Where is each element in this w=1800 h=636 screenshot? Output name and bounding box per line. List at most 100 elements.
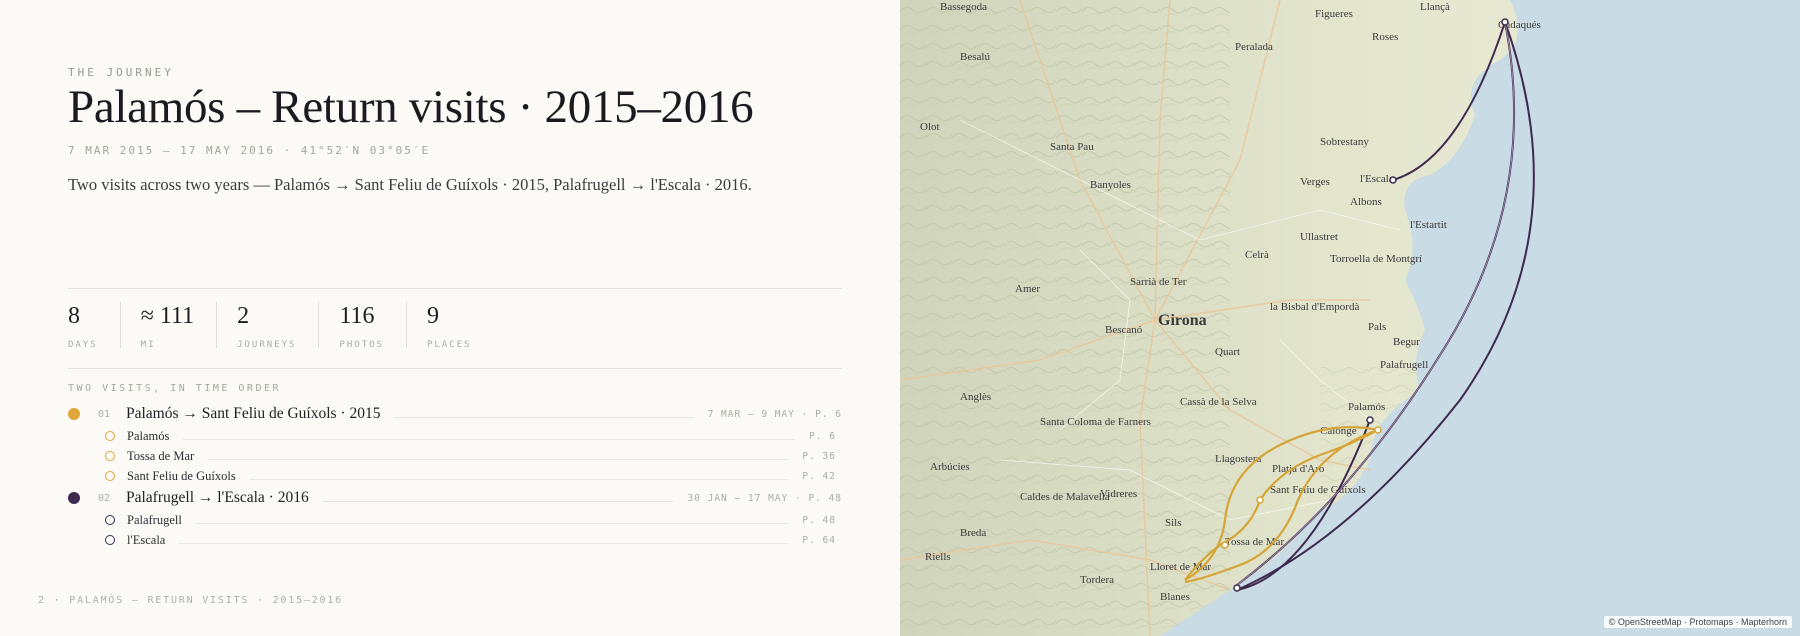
stop-name: Palamós bbox=[127, 428, 170, 443]
stop-page: P. 64 bbox=[802, 534, 836, 546]
map-canvas[interactable]: Girona Figueres Roses Olot Santa Pau Ban… bbox=[900, 0, 1800, 636]
stop-row[interactable]: Palafrugell P. 48 bbox=[105, 511, 836, 529]
place-label: Begur bbox=[1393, 336, 1420, 348]
place-label: Amer bbox=[1015, 283, 1040, 295]
marker-tossa bbox=[1221, 541, 1229, 549]
place-label: Albons bbox=[1350, 196, 1382, 208]
stop-ring-icon bbox=[105, 431, 115, 441]
journey-dates-page: 7 MAR – 9 MAY · P. 6 bbox=[707, 408, 842, 420]
page-title: Palamós – Return visits · 2015–2016 bbox=[68, 81, 754, 133]
place-label: Verges bbox=[1300, 176, 1330, 188]
stat-value: 8 bbox=[68, 303, 80, 329]
place-label: l'Estartit bbox=[1410, 219, 1447, 231]
stop-name: Palafrugell bbox=[127, 512, 182, 527]
dotted-leader bbox=[183, 438, 796, 440]
place-label: Besalú bbox=[960, 51, 990, 63]
stop-ring-icon bbox=[105, 535, 115, 545]
stop-row[interactable]: Tossa de Mar P. 36 bbox=[105, 447, 836, 465]
dotted-leader bbox=[195, 522, 789, 524]
marker-cadaques bbox=[1501, 18, 1509, 26]
stat-value: ≈ 111 bbox=[140, 303, 195, 329]
place-label: Torroella de Montgrí bbox=[1330, 253, 1422, 265]
journey-name: Palamós → Sant Feliu de Guíxols · 2015 bbox=[126, 405, 381, 422]
place-label: Olot bbox=[920, 121, 940, 133]
stop-row[interactable]: Sant Feliu de Guíxols P. 42 bbox=[105, 467, 836, 485]
place-label: Tordera bbox=[1080, 574, 1114, 586]
dotted-leader bbox=[179, 542, 789, 544]
stat-distance: ≈ 111 MI bbox=[140, 302, 218, 350]
place-label: Anglès bbox=[960, 391, 991, 403]
place-label: Bescanó bbox=[1105, 324, 1143, 336]
stop-row[interactable]: Palamós P. 6 bbox=[105, 427, 836, 445]
stop-ring-icon bbox=[105, 471, 115, 481]
stop-page: P. 42 bbox=[802, 470, 836, 482]
stat-value: 2 bbox=[237, 303, 250, 329]
place-label: Quart bbox=[1215, 346, 1240, 358]
stop-name: Tossa de Mar bbox=[127, 448, 195, 463]
stop-row[interactable]: l'Escala P. 64 bbox=[105, 531, 836, 549]
journey-dates-page: 30 JAN – 17 MAY · P. 48 bbox=[687, 492, 842, 504]
stop-ring-icon bbox=[105, 451, 115, 461]
stat-label: DAYS bbox=[68, 340, 98, 350]
page-subtitle: Two visits across two years — Palamós → … bbox=[68, 175, 752, 194]
place-label: Blanes bbox=[1160, 591, 1190, 603]
place-label: la Bisbal d'Empordà bbox=[1270, 301, 1359, 313]
city-label-girona: Girona bbox=[1158, 312, 1207, 329]
stop-page: P. 48 bbox=[802, 514, 836, 526]
marker-lescala bbox=[1389, 176, 1397, 184]
place-label: Celrà bbox=[1245, 249, 1269, 261]
journey-row[interactable]: 02 Palafrugell → l'Escala · 2016 30 JAN … bbox=[68, 487, 842, 509]
place-label: Sarrià de Ter bbox=[1130, 276, 1187, 288]
stop-page: P. 6 bbox=[809, 430, 836, 442]
journey-row[interactable]: 01 Palamós → Sant Feliu de Guíxols · 201… bbox=[68, 403, 842, 425]
place-label: Figueres bbox=[1315, 8, 1353, 20]
dotted-leader bbox=[249, 478, 789, 480]
date-coordinates: 7 MAR 2015 – 17 MAY 2016 · 41°52′N 03°05… bbox=[68, 144, 431, 157]
place-label: Bassegoda bbox=[940, 1, 987, 13]
marker-blanes bbox=[1233, 584, 1241, 592]
stop-name: l'Escala bbox=[127, 532, 166, 547]
divider bbox=[68, 288, 842, 289]
place-label: Cassà de la Selva bbox=[1180, 396, 1257, 408]
stat-label: JOURNEYS bbox=[237, 340, 297, 350]
journey-number: 02 bbox=[98, 492, 111, 504]
section-label: TWO VISITS, IN TIME ORDER bbox=[68, 383, 282, 394]
stop-name: Sant Feliu de Guíxols bbox=[127, 468, 236, 483]
place-label: Palafrugell bbox=[1380, 359, 1428, 371]
journey-panel: THE JOURNEY Palamós – Return visits · 20… bbox=[0, 0, 900, 636]
place-label: Peralada bbox=[1235, 41, 1273, 53]
place-label: Santa Coloma de Farners bbox=[1040, 416, 1151, 428]
eyebrow: THE JOURNEY bbox=[68, 66, 174, 79]
stat-photos: 116 PHOTOS bbox=[339, 302, 407, 350]
journey-number: 01 bbox=[98, 408, 111, 420]
place-label: Riells bbox=[925, 551, 951, 563]
journey-name: Palafrugell → l'Escala · 2016 bbox=[126, 489, 309, 506]
stat-value: 116 bbox=[339, 303, 375, 329]
place-label: Llançà bbox=[1420, 1, 1450, 13]
place-label: Sant Feliu de Guíxols bbox=[1270, 484, 1366, 496]
place-label: Arbúcies bbox=[930, 461, 970, 473]
stop-ring-icon bbox=[105, 515, 115, 525]
journey-color-dot bbox=[68, 492, 80, 504]
page-footer: 2 · PALAMÓS – RETURN VISITS · 2015–2016 bbox=[38, 595, 343, 606]
place-label: l'Escala bbox=[1360, 173, 1394, 185]
map-attribution[interactable]: © OpenStreetMap · Protomaps · Mapterhorn bbox=[1603, 616, 1792, 628]
place-label: Breda bbox=[960, 527, 986, 539]
stats-row: 8 DAYS ≈ 111 MI 2 JOURNEYS 116 PHOTOS 9 … bbox=[68, 302, 513, 352]
stat-label: PLACES bbox=[426, 340, 472, 350]
place-label: Caldes de Malavella bbox=[1020, 491, 1110, 503]
stat-label: MI bbox=[140, 340, 156, 350]
marker-sant-feliu bbox=[1256, 496, 1264, 504]
place-label: Palamós bbox=[1348, 401, 1385, 413]
place-label: Pals bbox=[1368, 321, 1386, 333]
place-label: Banyoles bbox=[1090, 179, 1131, 191]
place-label: Roses bbox=[1372, 31, 1398, 43]
stat-days: 8 DAYS bbox=[68, 302, 121, 350]
place-label: Sobrestany bbox=[1320, 136, 1369, 148]
route-map[interactable]: Girona Figueres Roses Olot Santa Pau Ban… bbox=[900, 0, 1800, 636]
marker-palamos bbox=[1374, 426, 1382, 434]
place-label: Santa Pau bbox=[1050, 141, 1094, 153]
stat-places: 9 PLACES bbox=[426, 302, 494, 350]
marker-palafrugell bbox=[1366, 416, 1374, 424]
place-label: Sils bbox=[1165, 517, 1182, 529]
